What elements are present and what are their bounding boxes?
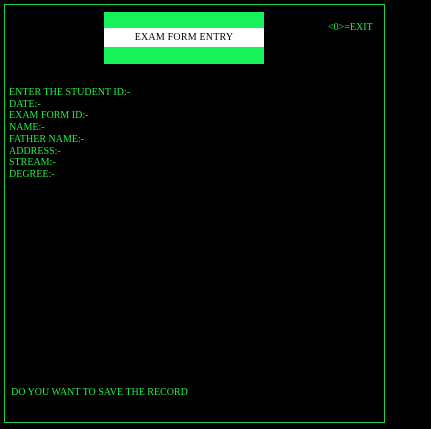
student-id-field[interactable]: ENTER THE STUDENT ID:-: [9, 87, 130, 99]
father-name-field[interactable]: FATHER NAME:-: [9, 134, 130, 146]
exit-hint: <0>=EXIT: [328, 22, 373, 33]
stream-field[interactable]: STREAM:-: [9, 157, 130, 169]
form-field-list: ENTER THE STUDENT ID:- DATE:- EXAM FORM …: [9, 87, 130, 181]
page-title: EXAM FORM ENTRY: [104, 28, 264, 47]
exam-form-id-field[interactable]: EXAM FORM ID:-: [9, 110, 130, 122]
name-field[interactable]: NAME:-: [9, 122, 130, 134]
title-banner: EXAM FORM ENTRY: [104, 12, 264, 64]
date-field[interactable]: DATE:-: [9, 99, 130, 111]
degree-field[interactable]: DEGREE:-: [9, 169, 130, 181]
save-record-prompt[interactable]: DO YOU WANT TO SAVE THE RECORD: [11, 387, 188, 398]
console-frame: [4, 4, 385, 423]
address-field[interactable]: ADDRESS:-: [9, 146, 130, 158]
